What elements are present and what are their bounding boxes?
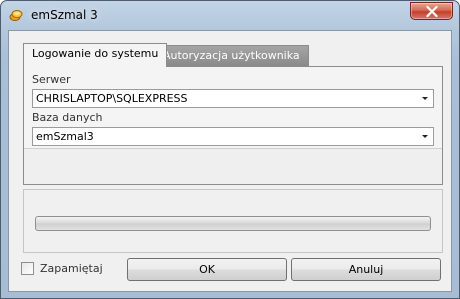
close-button[interactable] <box>410 2 453 20</box>
server-value: CHRISLAPTOP\SQLEXPRESS <box>36 92 188 105</box>
dialog-body: Logowanie do systemu Autoryzacja użytkow… <box>8 30 452 292</box>
window-title: emSzmal 3 <box>31 8 98 22</box>
coin-icon <box>9 8 23 22</box>
progress-bar <box>35 216 431 231</box>
close-icon <box>426 6 438 17</box>
cancel-button[interactable]: Anuluj <box>291 258 441 281</box>
database-label: Baza danych <box>32 111 103 124</box>
panel-footer-area <box>24 148 442 184</box>
tab-panel-logowanie: Serwer CHRISLAPTOP\SQLEXPRESS Baza danyc… <box>23 66 443 185</box>
chevron-down-icon <box>422 97 428 100</box>
dialog-window: emSzmal 3 Logowanie do systemu Autoryzac… <box>0 0 460 299</box>
progress-group <box>23 189 443 253</box>
remember-label: Zapamiętaj <box>40 262 103 275</box>
server-label: Serwer <box>32 73 71 86</box>
server-select[interactable]: CHRISLAPTOP\SQLEXPRESS <box>32 89 434 108</box>
tab-autoryzacja[interactable]: Autoryzacja użytkownika <box>154 45 309 66</box>
title-bar[interactable]: emSzmal 3 <box>1 1 459 29</box>
ok-button[interactable]: OK <box>127 258 287 281</box>
database-select[interactable]: emSzmal3 <box>32 127 434 146</box>
tab-logowanie[interactable]: Logowanie do systemu <box>23 43 168 67</box>
chevron-down-icon <box>422 135 428 138</box>
remember-checkbox[interactable] <box>21 262 34 275</box>
database-value: emSzmal3 <box>36 130 94 143</box>
